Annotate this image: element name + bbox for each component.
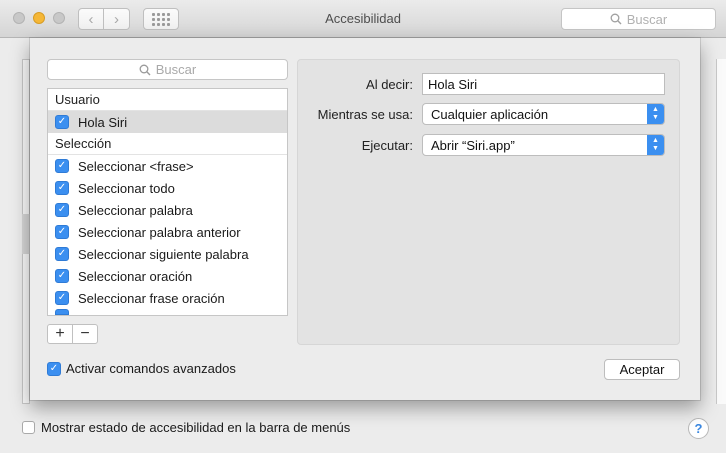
- while-using-value: Cualquier aplicación: [431, 106, 549, 122]
- commands-list[interactable]: Usuario ✓ Hola Siri Selección ✓ Seleccio…: [47, 88, 288, 316]
- perform-value: Abrir “Siri.app”: [431, 137, 515, 153]
- advanced-commands-row[interactable]: ✓ Activar comandos avanzados: [47, 361, 236, 376]
- show-status-checkbox[interactable]: [22, 421, 35, 434]
- while-using-label: Mientras se usa:: [317, 107, 413, 122]
- command-label: Hola Siri: [78, 114, 128, 130]
- say-label: Al decir:: [366, 77, 413, 92]
- commands-search-placeholder: Buscar: [155, 62, 197, 77]
- command-checkbox[interactable]: ✓: [55, 159, 69, 173]
- group-header-user: Usuario: [48, 89, 287, 111]
- add-command-button[interactable]: +: [48, 325, 73, 343]
- command-checkbox[interactable]: ✓: [55, 115, 69, 129]
- command-checkbox[interactable]: ✓: [55, 269, 69, 283]
- window-search-field[interactable]: Buscar: [561, 8, 716, 30]
- search-icon: [139, 64, 151, 75]
- advanced-commands-checkbox[interactable]: ✓: [47, 361, 61, 376]
- command-label: Seleccionar palabra anterior: [78, 224, 241, 240]
- list-item[interactable]: ✓ Hola Siri: [48, 111, 287, 133]
- add-remove-control: + −: [47, 324, 98, 344]
- command-checkbox[interactable]: ✓: [55, 181, 69, 195]
- list-item[interactable]: ✓ Seleccionar <frase>: [48, 155, 287, 177]
- title-bar: ‹ › Accesibilidad Buscar: [0, 0, 726, 38]
- show-status-label: Mostrar estado de accesibilidad en la ba…: [41, 420, 351, 435]
- command-checkbox[interactable]: ✓: [55, 291, 69, 305]
- show-status-row[interactable]: Mostrar estado de accesibilidad en la ba…: [22, 420, 350, 435]
- accept-button[interactable]: Aceptar: [604, 359, 680, 380]
- commands-search-field[interactable]: Buscar: [47, 59, 288, 80]
- list-item[interactable]: ✓ Seleccionar frase oración: [48, 287, 287, 309]
- list-item[interactable]: ✓ Seleccionar palabra: [48, 199, 287, 221]
- list-item[interactable]: ✓ Seleccionar todo: [48, 177, 287, 199]
- command-checkbox[interactable]: ✓: [55, 247, 69, 261]
- command-detail-panel: Al decir: Hola Siri Mientras se usa: Cua…: [297, 59, 680, 345]
- say-field[interactable]: Hola Siri: [422, 73, 665, 95]
- group-header-selection: Selección: [48, 133, 287, 155]
- list-item[interactable]: ✓ Seleccionar siguiente palabra: [48, 243, 287, 265]
- command-label: Seleccionar oración: [78, 268, 193, 284]
- command-label: Seleccionar palabra: [78, 202, 193, 218]
- popup-arrows-icon: ▲ ▼: [647, 135, 664, 155]
- command-label: Seleccionar todo: [78, 180, 175, 196]
- while-using-popup[interactable]: Cualquier aplicación ▲ ▼: [422, 103, 665, 125]
- category-selection: [22, 214, 30, 254]
- pane-content-edge: [716, 59, 726, 404]
- perform-popup[interactable]: Abrir “Siri.app” ▲ ▼: [422, 134, 665, 156]
- list-item[interactable]: ✓ Seleccionar oración: [48, 265, 287, 287]
- command-checkbox: [55, 309, 69, 315]
- command-label: Seleccionar siguiente palabra: [78, 246, 249, 262]
- command-label: Seleccionar <frase>: [78, 158, 194, 174]
- command-checkbox[interactable]: ✓: [55, 203, 69, 217]
- dictation-commands-sheet: Buscar Usuario ✓ Hola Siri Selección ✓ S…: [30, 38, 700, 400]
- search-icon: [610, 13, 622, 25]
- advanced-commands-label: Activar comandos avanzados: [66, 361, 236, 376]
- command-checkbox[interactable]: ✓: [55, 225, 69, 239]
- window-search-placeholder: Buscar: [626, 11, 668, 27]
- list-item-partial: [48, 309, 287, 315]
- perform-label: Ejecutar:: [361, 138, 413, 153]
- list-item[interactable]: ✓ Seleccionar palabra anterior: [48, 221, 287, 243]
- remove-command-button[interactable]: −: [73, 325, 97, 343]
- command-label: Seleccionar frase oración: [78, 290, 225, 306]
- help-button[interactable]: ?: [688, 418, 709, 439]
- popup-arrows-icon: ▲ ▼: [647, 104, 664, 124]
